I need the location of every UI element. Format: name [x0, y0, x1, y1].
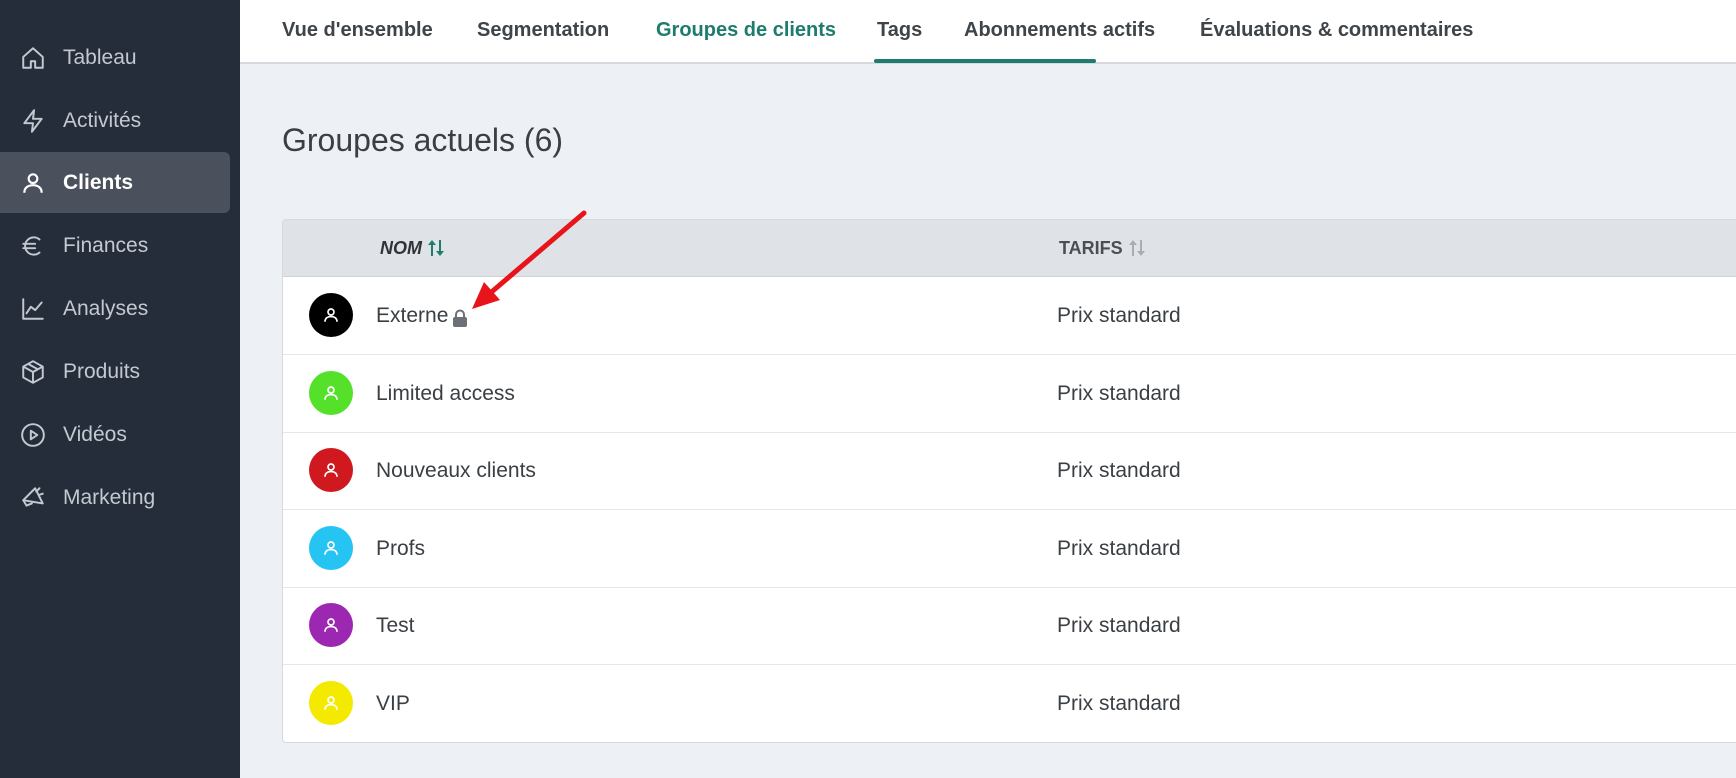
- sort-arrows-icon[interactable]: [426, 238, 446, 258]
- table-row[interactable]: Test Prix standard: [283, 587, 1736, 665]
- group-name: Nouveaux clients: [376, 459, 536, 482]
- user-icon: [324, 696, 338, 710]
- sidebar-item-label: Finances: [63, 233, 149, 257]
- column-header-label: TARIFS: [1059, 237, 1123, 258]
- user-icon: [324, 308, 338, 322]
- tab-segmentation[interactable]: Segmentation: [477, 0, 609, 62]
- sidebar-item-label: Produits: [63, 359, 141, 383]
- user-icon: [324, 463, 338, 477]
- group-avatar: [309, 293, 353, 337]
- sidebar-item-tableau[interactable]: Tableau: [0, 27, 230, 88]
- group-avatar: [309, 448, 353, 492]
- sort-arrows-icon[interactable]: [1127, 238, 1147, 258]
- sidebar-item-label: Vidéos: [63, 422, 127, 446]
- sidebar-item-clients[interactable]: Clients: [0, 152, 230, 213]
- group-avatar: [309, 526, 353, 570]
- lock-icon: [450, 308, 470, 328]
- user-icon: [20, 170, 46, 196]
- group-name-cell: Limited access: [376, 355, 515, 432]
- euro-icon: [20, 233, 46, 259]
- table-row[interactable]: VIP Prix standard: [283, 665, 1736, 742]
- sidebar-item-label: Marketing: [63, 485, 156, 509]
- group-name: Test: [376, 614, 415, 637]
- tab-abonnements-actifs[interactable]: Abonnements actifs: [964, 0, 1155, 62]
- group-name-cell: Test: [376, 587, 415, 664]
- table-row[interactable]: Profs Prix standard: [283, 510, 1736, 588]
- sidebar-item-videos[interactable]: Vidéos: [0, 404, 230, 465]
- group-tarif: Prix standard: [1057, 459, 1181, 482]
- sidebar-item-produits[interactable]: Produits: [0, 341, 230, 402]
- page-title: Groupes actuels (6): [282, 122, 564, 158]
- lightning-icon: [20, 108, 46, 134]
- tab-tags[interactable]: Tags: [877, 0, 922, 62]
- group-tarif: Prix standard: [1057, 614, 1181, 637]
- group-name: Profs: [376, 537, 426, 560]
- home-icon: [20, 45, 46, 71]
- group-name-cell: Nouveaux clients: [376, 432, 536, 509]
- sidebar-item-label: Tableau: [63, 45, 137, 69]
- box-icon: [20, 359, 46, 385]
- active-tab-indicator: [874, 59, 1096, 63]
- sidebar-item-activites[interactable]: Activités: [0, 90, 230, 151]
- tab-vue-ensemble[interactable]: Vue d'ensemble: [282, 0, 433, 62]
- tab-bar: Vue d'ensemble Segmentation Groupes de c…: [240, 0, 1736, 64]
- group-tarif: Prix standard: [1057, 382, 1181, 405]
- sidebar: Tableau Activités Clients Finances Analy…: [0, 0, 240, 778]
- user-icon: [324, 618, 338, 632]
- table-row[interactable]: Nouveaux clients Prix standard: [283, 432, 1736, 510]
- group-name: Externe: [376, 304, 449, 327]
- sidebar-item-label: Activités: [63, 108, 142, 132]
- group-avatar: [309, 681, 353, 725]
- tab-evaluations-commentaires[interactable]: Évaluations & commentaires: [1200, 0, 1473, 62]
- column-header-label: NOM: [380, 237, 422, 258]
- group-name: Limited access: [376, 382, 515, 405]
- sidebar-item-label: Clients: [63, 170, 134, 194]
- sidebar-item-label: Analyses: [63, 296, 149, 320]
- sidebar-item-analyses[interactable]: Analyses: [0, 278, 230, 339]
- group-tarif: Prix standard: [1057, 692, 1181, 715]
- megaphone-icon: [20, 485, 46, 511]
- sidebar-item-marketing[interactable]: Marketing: [0, 467, 230, 528]
- sidebar-item-finances[interactable]: Finances: [0, 215, 230, 276]
- group-name-cell: Externe: [376, 277, 470, 354]
- group-name-cell: Profs: [376, 510, 425, 587]
- group-name: VIP: [376, 692, 410, 715]
- user-icon: [324, 541, 338, 555]
- table-row[interactable]: Externe Prix standard: [283, 277, 1736, 355]
- table-header: NOM TARIFS: [283, 220, 1736, 277]
- group-avatar: [309, 603, 353, 647]
- column-header-nom[interactable]: NOM: [380, 220, 446, 276]
- groups-table: NOM TARIFS Externe Prix standard Limited…: [282, 219, 1736, 743]
- group-name-cell: VIP: [376, 665, 410, 742]
- tab-groupes-clients[interactable]: Groupes de clients: [656, 0, 836, 62]
- group-avatar: [309, 371, 353, 415]
- column-header-tarifs[interactable]: TARIFS: [1059, 220, 1147, 276]
- play-circle-icon: [20, 422, 46, 448]
- user-icon: [324, 386, 338, 400]
- group-tarif: Prix standard: [1057, 304, 1181, 327]
- group-tarif: Prix standard: [1057, 537, 1181, 560]
- table-row[interactable]: Limited access Prix standard: [283, 355, 1736, 433]
- line-chart-icon: [20, 296, 46, 322]
